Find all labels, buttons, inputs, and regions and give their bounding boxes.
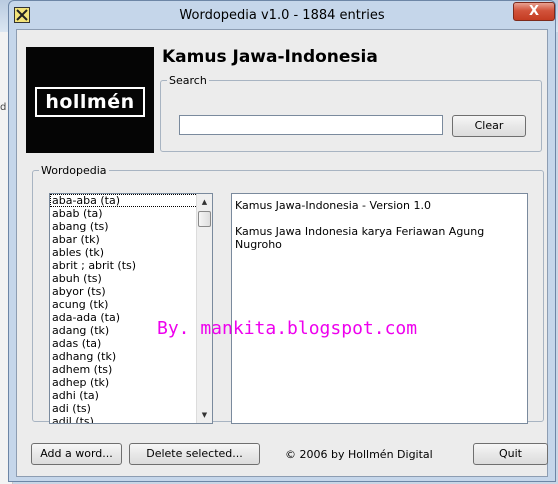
word-description: Kamus Jawa-Indonesia - Version 1.0 Kamus… (231, 193, 528, 424)
scroll-up-arrow-icon[interactable]: ▲ (197, 194, 212, 210)
wordopedia-group-label: Wordopedia (41, 164, 107, 177)
dialog-body: hollmén Kamus Jawa-Indonesia Search Clea… (16, 29, 548, 477)
list-item[interactable]: ables (tk) (50, 246, 212, 259)
scroll-down-arrow-icon[interactable]: ▼ (197, 407, 212, 423)
background-window-text: d (0, 102, 7, 113)
add-word-button[interactable]: Add a word... (31, 443, 122, 465)
dictionary-title: Kamus Jawa-Indonesia (162, 47, 378, 67)
search-group: Search Clear (160, 74, 542, 152)
hollmen-logo: hollmén (26, 47, 154, 153)
list-item[interactable]: adil (ts) (50, 415, 212, 423)
list-item[interactable]: aba-aba (ta) (50, 194, 212, 207)
list-item[interactable]: abab (ta) (50, 207, 212, 220)
logo-text: hollmén (35, 87, 145, 117)
search-input[interactable] (179, 115, 443, 135)
close-button[interactable]: X (513, 2, 555, 21)
scroll-thumb[interactable] (198, 211, 211, 227)
close-icon: X (528, 4, 540, 19)
window-title: Wordopedia v1.0 - 1884 entries (179, 8, 385, 23)
search-group-label: Search (169, 74, 207, 87)
list-item[interactable]: adi (ts) (50, 402, 212, 415)
list-item[interactable]: abyor (ts) (50, 285, 212, 298)
list-item[interactable]: adhang (tk) (50, 350, 212, 363)
delete-selected-button[interactable]: Delete selected... (129, 443, 260, 465)
word-list[interactable]: aba-aba (ta) abab (ta) abang (ts) abar (tk)… (49, 193, 213, 424)
list-item[interactable]: acung (tk) (50, 298, 212, 311)
quit-button[interactable]: Quit (473, 443, 548, 465)
list-item[interactable]: adhep (tk) (50, 376, 212, 389)
wordopedia-group: Wordopedia aba-aba (ta) abab (ta) abang (t… (32, 164, 544, 424)
list-item[interactable]: adhem (ts) (50, 363, 212, 376)
app-window: Wordopedia v1.0 - 1884 entries X hollmén… (8, 0, 556, 482)
list-item[interactable]: abuh (ts) (50, 272, 212, 285)
list-item[interactable]: abang (ts) (50, 220, 212, 233)
clear-button[interactable]: Clear (452, 115, 526, 137)
watermark-text: By. mankita.blogspot.com (157, 318, 418, 339)
word-list-scrollbar[interactable]: ▲ ▼ (196, 194, 212, 423)
list-item[interactable]: adhi (ta) (50, 389, 212, 402)
list-item[interactable]: abar (tk) (50, 233, 212, 246)
list-item[interactable]: abrit ; abrit (ts) (50, 259, 212, 272)
copyright-text: © 2006 by Hollmén Digital (285, 448, 433, 461)
title-bar[interactable]: Wordopedia v1.0 - 1884 entries X (9, 1, 555, 29)
